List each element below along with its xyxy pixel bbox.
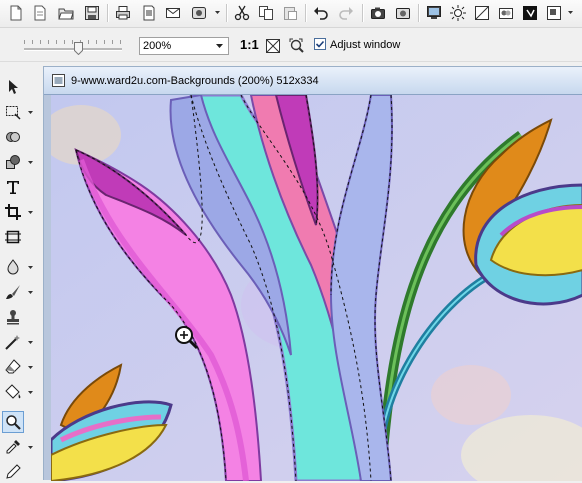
print-icon[interactable]	[113, 3, 133, 23]
ellipse-select-icon[interactable]	[2, 126, 24, 148]
actual-size-button[interactable]: 1:1	[240, 37, 259, 52]
print-preview-icon[interactable]	[139, 3, 159, 23]
zoom-tool-icon[interactable]	[2, 411, 24, 433]
fit-window-icon[interactable]	[265, 38, 281, 54]
zoom-value: 200%	[143, 40, 172, 52]
page-icon[interactable]	[30, 3, 50, 23]
document-window: 9-www.ward2u.com-Backgrounds (200%) 512x…	[43, 66, 582, 481]
chevron-down-icon[interactable]	[28, 445, 33, 450]
chevron-down-icon[interactable]	[28, 390, 33, 395]
zoom-fit-icon[interactable]	[289, 38, 305, 54]
scanner-icon[interactable]	[393, 3, 413, 23]
capture-icon[interactable]	[189, 3, 209, 23]
chevron-down-icon[interactable]	[215, 10, 220, 15]
eraser-icon[interactable]	[2, 356, 24, 378]
chevron-down-icon[interactable]	[568, 10, 573, 15]
image-canvas[interactable]	[51, 95, 582, 481]
chevron-down-icon[interactable]	[212, 40, 226, 52]
chevron-down-icon[interactable]	[28, 110, 33, 115]
adjust-window-checkbox[interactable]	[314, 38, 326, 50]
undo-icon[interactable]	[311, 3, 331, 23]
zoom-slider-ticks	[24, 40, 122, 44]
zoom-select[interactable]: 200%	[139, 37, 229, 55]
zoom-slider-thumb[interactable]	[74, 42, 83, 55]
color-picker-icon[interactable]	[2, 436, 24, 458]
resize-icon[interactable]	[544, 3, 564, 23]
document-title: 9-www.ward2u.com-Backgrounds (200%) 512x…	[71, 75, 319, 87]
shapes-icon[interactable]	[2, 151, 24, 173]
camera-icon[interactable]	[368, 3, 388, 23]
crop-tool-icon[interactable]	[2, 201, 24, 223]
chevron-down-icon[interactable]	[28, 290, 33, 295]
chevron-down-icon[interactable]	[28, 160, 33, 165]
levels-icon[interactable]	[472, 3, 492, 23]
text-tool-icon[interactable]	[2, 176, 24, 198]
main-toolbar	[0, 0, 582, 28]
chevron-down-icon[interactable]	[28, 365, 33, 370]
document-title-bar[interactable]: 9-www.ward2u.com-Backgrounds (200%) 512x…	[44, 67, 582, 95]
document-icon	[52, 74, 65, 87]
save-icon[interactable]	[82, 3, 102, 23]
brush-icon[interactable]	[2, 281, 24, 303]
brightness-icon[interactable]	[448, 3, 468, 23]
new-file-icon[interactable]	[6, 3, 26, 23]
stamp-icon[interactable]	[2, 306, 24, 328]
flag-icon[interactable]	[520, 3, 540, 23]
chevron-down-icon[interactable]	[28, 210, 33, 215]
zoom-slider[interactable]	[24, 48, 122, 51]
adjust-window-label: Adjust window	[330, 39, 401, 51]
redo-icon[interactable]	[336, 3, 356, 23]
lasso-select-icon[interactable]	[2, 101, 24, 123]
arrow-tool-icon[interactable]	[2, 76, 24, 98]
fill-icon[interactable]	[2, 381, 24, 403]
open-folder-icon[interactable]	[56, 3, 76, 23]
artwork-image	[51, 95, 582, 481]
transform-icon[interactable]	[2, 226, 24, 248]
cut-icon[interactable]	[232, 3, 252, 23]
tool-palette	[0, 62, 40, 480]
monitor-icon[interactable]	[424, 3, 444, 23]
color-adjust-icon[interactable]	[496, 3, 516, 23]
chevron-down-icon[interactable]	[28, 265, 33, 270]
checkmark-icon	[315, 40, 325, 48]
dropper-icon[interactable]	[2, 256, 24, 278]
paste-icon[interactable]	[280, 3, 300, 23]
chevron-down-icon[interactable]	[28, 340, 33, 345]
email-icon[interactable]	[163, 3, 183, 23]
copy-icon[interactable]	[256, 3, 276, 23]
magic-wand-icon[interactable]	[2, 331, 24, 353]
